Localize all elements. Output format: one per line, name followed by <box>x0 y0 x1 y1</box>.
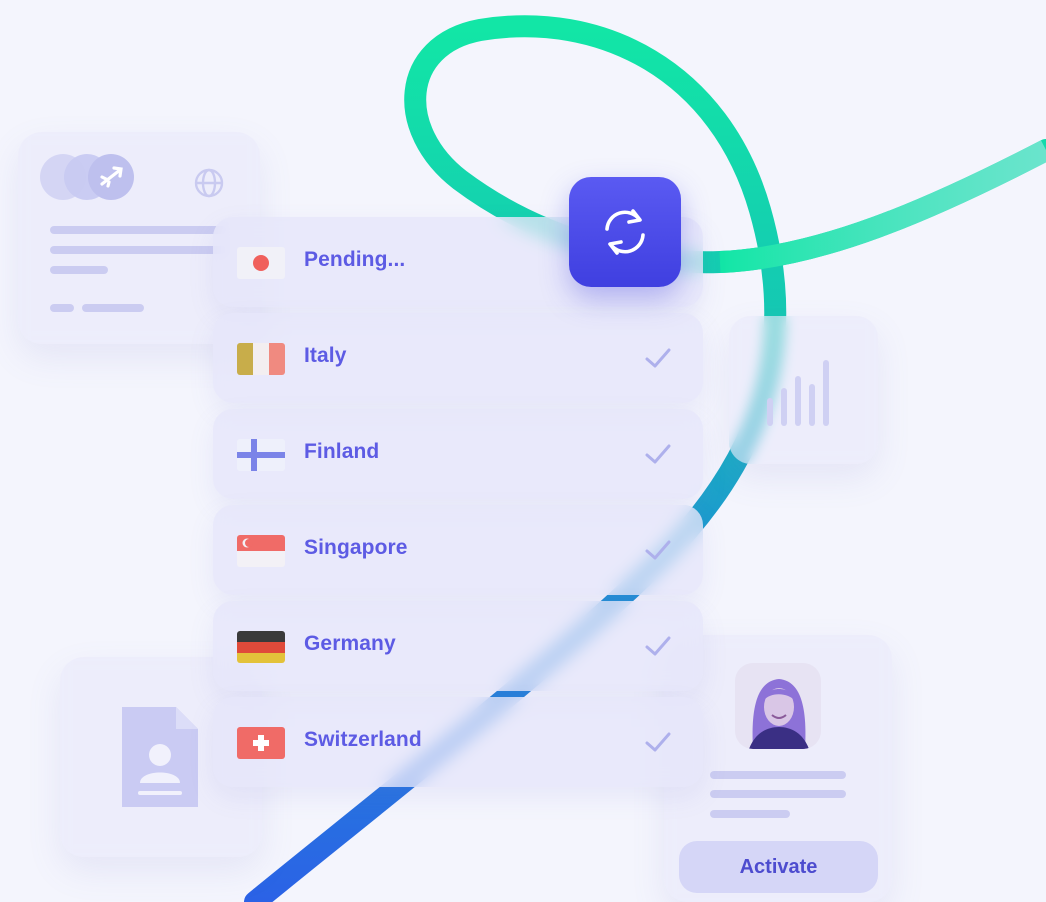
globe-icon <box>192 166 226 200</box>
country-row-singapore[interactable]: Singapore <box>213 505 703 595</box>
sync-button[interactable] <box>569 177 681 287</box>
activate-button[interactable]: Activate <box>679 841 878 893</box>
text-placeholder <box>50 226 226 234</box>
country-row-germany[interactable]: Germany <box>213 601 703 691</box>
singapore-flag-icon <box>237 535 285 567</box>
country-row-finland[interactable]: Finland <box>213 409 703 499</box>
italy-flag-icon <box>237 343 285 375</box>
country-label: Pending... <box>304 248 406 271</box>
illustration-canvas: Activate Pending... Italy Finland Singap… <box>0 0 1046 902</box>
country-label: Germany <box>304 632 396 655</box>
country-label: Finland <box>304 440 380 463</box>
country-label: Italy <box>304 344 347 367</box>
id-document-icon <box>118 703 202 811</box>
text-placeholder <box>710 790 846 798</box>
airplane-icon <box>88 154 134 200</box>
japan-flag-icon <box>237 247 285 279</box>
sync-icon <box>605 209 645 255</box>
avatar <box>735 663 821 749</box>
check-icon <box>645 732 671 752</box>
bar-chart-icon <box>763 354 843 426</box>
switzerland-flag-icon <box>237 727 285 759</box>
text-placeholder <box>50 246 226 254</box>
text-placeholder <box>710 810 790 818</box>
text-placeholder <box>50 304 74 312</box>
check-icon <box>645 540 671 560</box>
finland-flag-icon <box>237 439 285 471</box>
text-placeholder <box>50 266 108 274</box>
text-placeholder <box>82 304 144 312</box>
chart-card <box>729 316 878 464</box>
country-label: Singapore <box>304 536 408 559</box>
check-icon <box>645 348 671 368</box>
country-row-switzerland[interactable]: Switzerland <box>213 697 703 787</box>
text-placeholder <box>710 771 846 779</box>
check-icon <box>645 444 671 464</box>
country-label: Switzerland <box>304 728 422 751</box>
check-icon <box>645 636 671 656</box>
germany-flag-icon <box>237 631 285 663</box>
country-row-italy[interactable]: Italy <box>213 313 703 403</box>
